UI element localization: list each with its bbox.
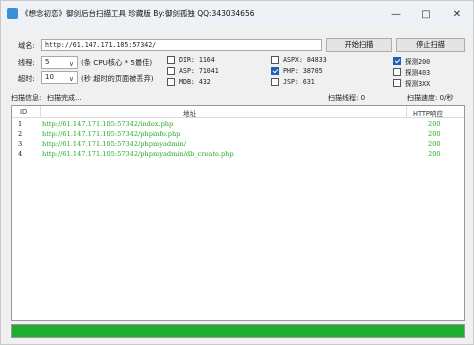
table-row[interactable]: 4 http://61.147.171.105:57342/phpmyadmin…: [12, 150, 464, 160]
checkbox-asp-label: ASP: 71041: [179, 67, 219, 75]
checkbox-dir-label: DIR: 1164: [179, 56, 215, 64]
row-http-code: 200: [428, 130, 441, 138]
checkbox-probe-3xx-box[interactable]: [393, 79, 401, 87]
row-http-code: 200: [428, 140, 441, 148]
title-bar: 《想念初恋》御剑后台扫描工具 珍藏版 By:御剑孤独 QQ:343034656 …: [1, 1, 473, 27]
row-url: http://61.147.171.105:57342/phpmyadmin/d…: [42, 150, 234, 158]
timeout-label: 超时:: [18, 74, 35, 83]
chevron-down-icon: ∨: [68, 75, 74, 83]
header-id[interactable]: ID: [20, 108, 27, 116]
results-table[interactable]: ID 地址 HTTP响应 1 http://61.147.171.105:573…: [11, 105, 465, 321]
table-row[interactable]: 1 http://61.147.171.105:57342/index.php …: [12, 120, 464, 130]
checkbox-asp[interactable]: ASP: 71041: [167, 67, 219, 75]
window-title: 《想念初恋》御剑后台扫描工具 珍藏版 By:御剑孤独 QQ:343034656: [21, 9, 255, 18]
threads-value: 5: [45, 58, 50, 66]
checkbox-jsp-label: JSP: 631: [283, 78, 315, 86]
checkbox-mdb-label: MDB: 432: [179, 78, 211, 86]
row-id: 4: [18, 150, 23, 158]
maximize-icon[interactable]: □: [411, 1, 441, 27]
row-url: http://61.147.171.105:57342/phpmyadmin/: [42, 140, 186, 148]
checkbox-asp-box[interactable]: [167, 67, 175, 75]
stop-scan-button[interactable]: 停止扫描: [396, 38, 465, 52]
table-header: ID 地址 HTTP响应: [12, 106, 464, 118]
threads-label: 线程:: [18, 58, 35, 67]
header-http-code[interactable]: HTTP响应: [413, 108, 443, 118]
checkbox-probe-403-label: 探测403: [405, 69, 431, 77]
row-http-code: 200: [428, 120, 441, 128]
checkbox-aspx[interactable]: ASPX: 84833: [271, 56, 327, 64]
checkbox-php-label: PHP: 38705: [283, 67, 323, 75]
header-divider: [40, 106, 41, 118]
checkbox-aspx-label: ASPX: 84833: [283, 56, 327, 64]
checkbox-probe-200-label: 探测200: [405, 58, 431, 66]
checkbox-probe-3xx[interactable]: 探测3XX: [393, 78, 430, 88]
timeout-hint: (秒 超时的页面被丢弃): [81, 74, 154, 83]
checkbox-probe-403[interactable]: 探测403: [393, 67, 430, 77]
row-url: http://61.147.171.105:57342/index.php: [42, 120, 174, 128]
scan-info-label: 扫描信息:: [11, 94, 42, 102]
checkbox-php[interactable]: PHP: 38705: [271, 67, 323, 75]
checkbox-jsp-box[interactable]: [271, 78, 279, 86]
header-url[interactable]: 地址: [183, 108, 196, 118]
header-divider: [406, 106, 407, 118]
scan-info-value: 扫描完成...: [47, 94, 82, 102]
table-row[interactable]: 3 http://61.147.171.105:57342/phpmyadmin…: [12, 140, 464, 150]
domain-input[interactable]: http://61.147.171.105:57342/: [41, 39, 322, 51]
minimize-icon[interactable]: —: [381, 1, 411, 27]
progress-fill: [12, 325, 464, 337]
row-http-code: 200: [428, 150, 441, 158]
start-scan-button[interactable]: 开始扫描: [326, 38, 392, 52]
checkbox-mdb[interactable]: MDB: 432: [167, 78, 211, 86]
checkbox-probe-200-box[interactable]: [393, 57, 401, 65]
checkbox-probe-200[interactable]: 探测200: [393, 56, 430, 66]
table-row[interactable]: 2 http://61.147.171.105:57342/phpinfo.ph…: [12, 130, 464, 140]
scan-threads-status: 扫描线程: 0: [328, 94, 366, 102]
threads-hint: (条 CPU核心 * 5最佳): [81, 58, 153, 67]
timeout-value: 10: [45, 73, 54, 81]
main-window: 《想念初恋》御剑后台扫描工具 珍藏版 By:御剑孤独 QQ:343034656 …: [0, 0, 474, 345]
checkbox-dir-box[interactable]: [167, 56, 175, 64]
checkbox-probe-403-box[interactable]: [393, 68, 401, 76]
row-id: 3: [18, 140, 23, 148]
checkbox-mdb-box[interactable]: [167, 78, 175, 86]
domain-label: 域名:: [18, 41, 35, 50]
row-url: http://61.147.171.105:57342/phpinfo.php: [42, 130, 181, 138]
checkbox-dir[interactable]: DIR: 1164: [167, 56, 215, 64]
timeout-select[interactable]: 10 ∨: [41, 71, 78, 84]
chevron-down-icon: ∨: [68, 60, 74, 68]
threads-select[interactable]: 5 ∨: [41, 56, 78, 69]
scan-progress-bar: [11, 324, 465, 338]
close-icon[interactable]: ✕: [442, 1, 472, 27]
scan-speed-status: 扫描速度: 0/秒: [407, 94, 454, 102]
checkbox-php-box[interactable]: [271, 67, 279, 75]
app-icon: [7, 8, 18, 19]
row-id: 2: [18, 130, 23, 138]
checkbox-jsp[interactable]: JSP: 631: [271, 78, 315, 86]
checkbox-probe-3xx-label: 探测3XX: [405, 80, 431, 88]
row-id: 1: [18, 120, 23, 128]
checkbox-aspx-box[interactable]: [271, 56, 279, 64]
